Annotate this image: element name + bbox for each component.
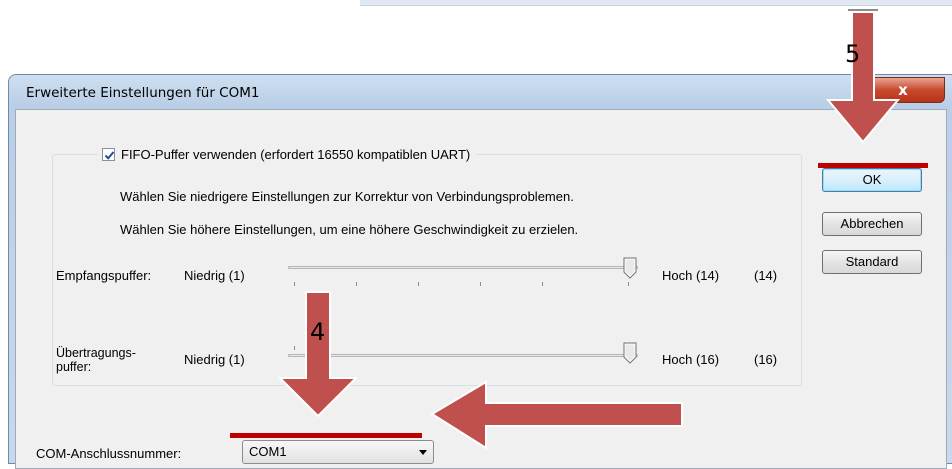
annotation-step-4: 4 (310, 318, 326, 346)
annotation-arrows (277, 9, 901, 450)
arrow-4 (277, 291, 359, 418)
annotation-step-5: 5 (845, 40, 861, 68)
arrow-5 (825, 9, 901, 144)
arrow-left (430, 380, 683, 450)
